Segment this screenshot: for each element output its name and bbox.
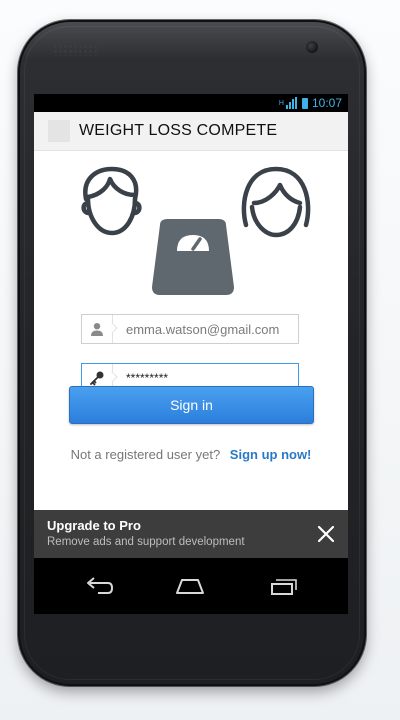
signal-icon — [285, 97, 298, 109]
female-face-icon — [241, 166, 311, 238]
battery-icon — [301, 97, 308, 109]
signup-prompt: Not a registered user yet? Sign up now! — [34, 447, 348, 462]
banner-subtitle: Remove ads and support development — [47, 536, 245, 548]
app-title: WEIGHT LOSS COMPETE — [79, 122, 278, 139]
back-icon[interactable] — [84, 574, 114, 596]
male-face-icon — [81, 166, 142, 236]
banner-title: Upgrade to Pro — [47, 518, 141, 533]
user-icon — [91, 323, 103, 336]
hero-illustration — [34, 151, 348, 299]
app-screen: H 10:07 WEIGHT LOSS COMPETE emma.watson@… — [34, 94, 348, 614]
recent-apps-icon[interactable] — [268, 574, 298, 596]
email-value[interactable]: emma.watson@gmail.com — [113, 322, 279, 337]
navigation-bar — [34, 558, 348, 614]
clock: 10:07 — [311, 96, 342, 110]
speaker-grille — [53, 44, 97, 56]
upgrade-banner[interactable]: Upgrade to Pro Remove ads and support de… — [34, 510, 348, 558]
app-icon[interactable] — [48, 120, 70, 142]
user-icon-box — [82, 315, 113, 343]
key-icon — [90, 371, 104, 386]
network-type-indicator: H — [278, 99, 284, 107]
scale-icon — [152, 219, 234, 295]
sign-in-button[interactable]: Sign in — [69, 386, 314, 424]
email-field[interactable]: emma.watson@gmail.com — [81, 314, 299, 344]
action-bar: WEIGHT LOSS COMPETE — [34, 112, 348, 151]
sign-up-link[interactable]: Sign up now! — [230, 447, 312, 462]
password-value[interactable]: ********* — [113, 371, 168, 385]
front-camera — [306, 41, 318, 53]
home-icon[interactable] — [175, 574, 205, 596]
not-registered-text: Not a registered user yet? — [70, 447, 221, 462]
close-icon[interactable] — [316, 524, 336, 544]
status-bar: H 10:07 — [34, 94, 348, 112]
